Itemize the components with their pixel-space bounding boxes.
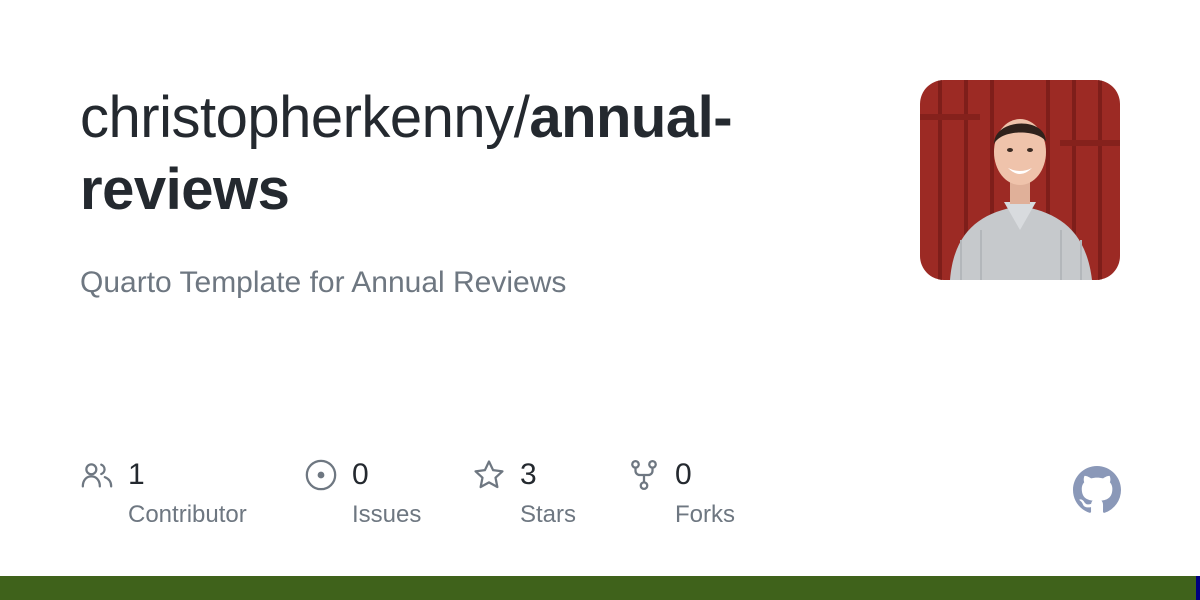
- forks-label: Forks: [675, 501, 735, 528]
- contributors-label: Contributor: [128, 501, 247, 528]
- language-bar-segment: [1196, 576, 1200, 600]
- people-icon: [80, 458, 114, 492]
- avatar: [920, 80, 1120, 280]
- repo-forked-icon: [627, 458, 661, 492]
- repo-owner: christopherkenny: [80, 85, 514, 150]
- stars-count: 3: [520, 458, 537, 491]
- repo-title[interactable]: christopherkenny/annual-reviews: [80, 82, 860, 226]
- user-avatar-photo-icon: [920, 80, 1120, 280]
- repo-separator: /: [513, 85, 530, 150]
- github-mark-icon[interactable]: [1073, 466, 1121, 514]
- repo-social-card: christopherkenny/annual-reviews Quarto T…: [0, 0, 1200, 600]
- repo-description: Quarto Template for Annual Reviews: [80, 266, 567, 299]
- language-bar-segment: [0, 576, 1196, 600]
- star-icon: [472, 458, 506, 492]
- stars-label: Stars: [520, 501, 577, 528]
- issues-label: Issues: [352, 501, 422, 528]
- issues-count: 0: [352, 458, 369, 491]
- issue-opened-icon: [304, 458, 338, 492]
- language-bar: [0, 576, 1200, 600]
- forks-count: 0: [675, 458, 692, 491]
- contributors-count: 1: [128, 458, 145, 491]
